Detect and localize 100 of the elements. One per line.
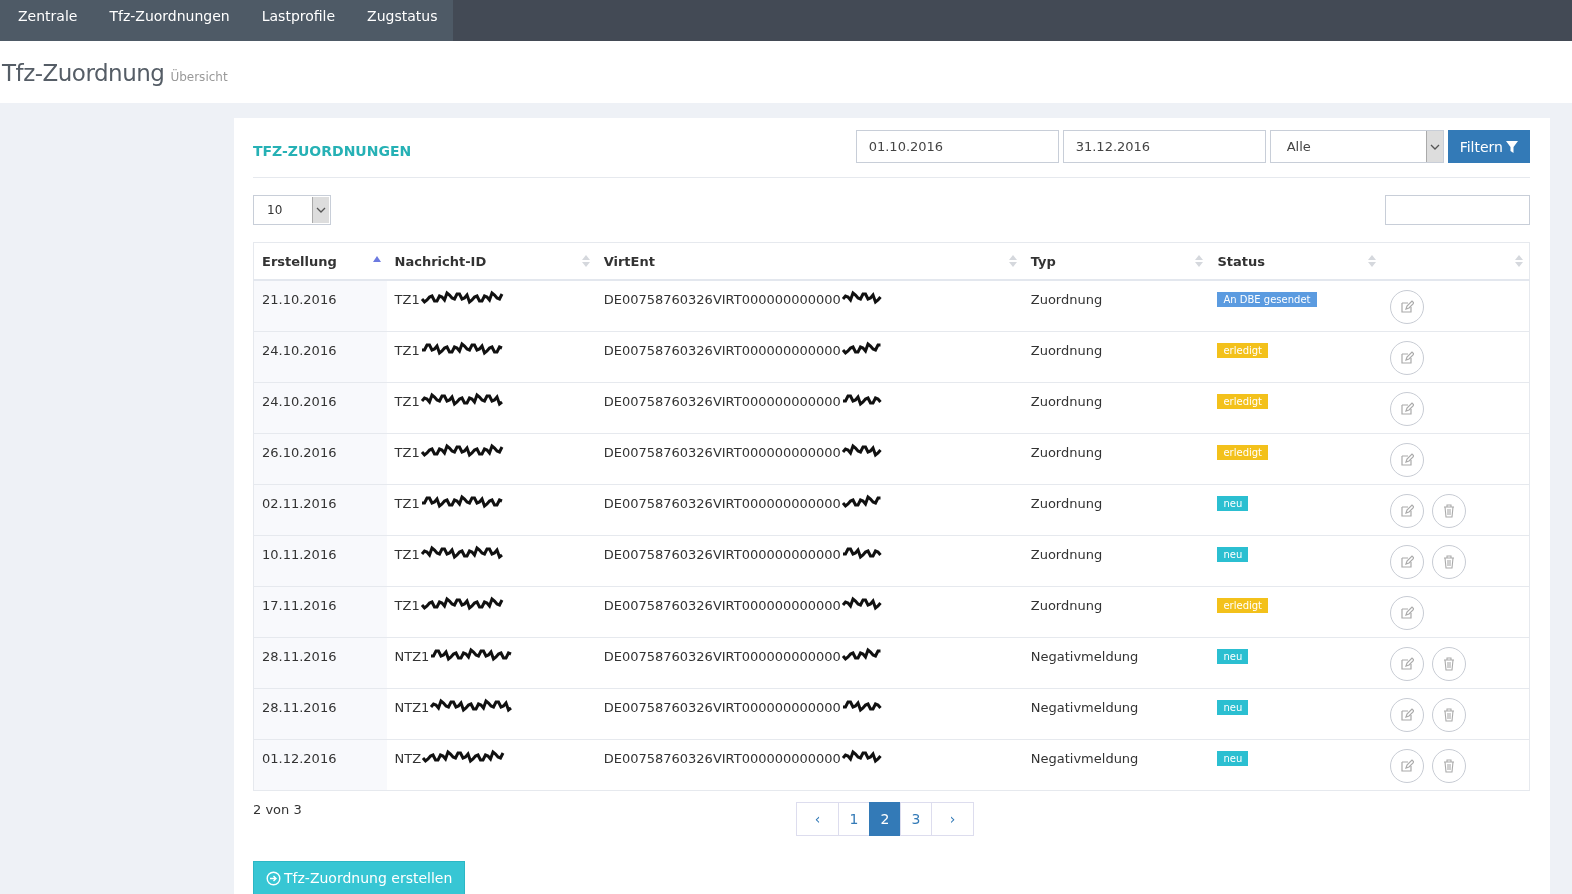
table-cell-text: Zuordnung (1030, 597, 1103, 613)
edit-button[interactable] (1389, 698, 1424, 732)
table-cell-text: TZ1 (394, 342, 420, 358)
table-cell-text: DE00758760326VIRT000000000000 (603, 546, 841, 562)
arrow-circle-icon (266, 870, 281, 886)
table-cell-text: 01.12.2016 (262, 750, 337, 766)
edit-button[interactable] (1389, 392, 1424, 426)
edit-button[interactable] (1389, 647, 1424, 681)
table-cell-text: Negativmeldung (1030, 750, 1139, 766)
table-cell-text: TZ1 (394, 444, 420, 460)
column-header[interactable]: VirtEnt (595, 242, 1023, 280)
pagination-link[interactable]: › (931, 802, 974, 836)
nav-link[interactable]: Lastprofile (245, 0, 352, 41)
edit-icon (1399, 555, 1414, 569)
edit-button[interactable] (1389, 290, 1424, 324)
table-cell-text: DE00758760326VIRT000000000000 (603, 699, 841, 715)
delete-button[interactable] (1431, 698, 1466, 732)
filter-button[interactable]: Filtern (1447, 130, 1530, 163)
table-cell-text: DE00758760326VIRT000000000000 (603, 444, 841, 460)
table-cell-text: Zuordnung (1030, 342, 1103, 358)
pagination-link[interactable]: ‹ (796, 802, 839, 836)
edit-button[interactable] (1389, 341, 1424, 375)
column-header[interactable]: Typ (1022, 242, 1210, 280)
edit-icon (1399, 606, 1414, 620)
delete-button[interactable] (1431, 545, 1466, 579)
nav-link[interactable]: Tfz-Zuordnungen (93, 0, 246, 41)
edit-icon (1399, 453, 1414, 467)
status-badge: neu (1217, 649, 1249, 664)
table-cell-text: DE00758760326VIRT000000000000 (603, 393, 841, 409)
pagination-link[interactable]: 1 (838, 802, 870, 836)
edit-icon (1399, 759, 1414, 773)
table-cell-text: 28.11.2016 (262, 699, 337, 715)
table-cell-text: TZ1 (394, 495, 420, 511)
table-cell-text: DE00758760326VIRT000000000000 (603, 648, 841, 664)
status-badge: erledigt (1217, 394, 1269, 409)
table-cell-text: TZ1 (394, 291, 420, 307)
pagination-link[interactable]: 2 (869, 802, 901, 836)
table-cell-text: NTZ (394, 750, 422, 766)
delete-button[interactable] (1431, 494, 1466, 528)
column-header[interactable]: Nachricht-ID (386, 242, 596, 280)
page-title: Tfz-Zuordnung (2, 59, 165, 88)
table-cell-text: DE00758760326VIRT000000000000 (603, 597, 841, 613)
edit-button[interactable] (1389, 494, 1424, 528)
page-subtitle: Übersicht (170, 70, 228, 84)
table-cell-text: TZ1 (394, 546, 420, 562)
table-cell-text: 24.10.2016 (262, 393, 337, 409)
edit-icon (1399, 708, 1414, 722)
date-to-field[interactable]: 31.12.2016 (1062, 130, 1266, 163)
delete-button[interactable] (1431, 749, 1466, 783)
edit-icon (1399, 402, 1414, 416)
edit-icon (1399, 351, 1414, 365)
edit-icon (1399, 657, 1414, 671)
edit-button[interactable] (1389, 596, 1424, 630)
table-cell-text: Zuordnung (1030, 495, 1103, 511)
table-cell-text: 28.11.2016 (262, 648, 337, 664)
table-cell-text: DE00758760326VIRT000000000000 (603, 750, 841, 766)
edit-icon (1399, 300, 1414, 314)
search-field[interactable] (1385, 195, 1530, 225)
status-badge: neu (1217, 547, 1249, 562)
edit-icon (1399, 504, 1414, 518)
page-size-select[interactable]: 10 (253, 195, 331, 225)
trash-icon (1441, 504, 1456, 518)
page-info: 2 von 3 (253, 802, 303, 819)
nav-link[interactable]: Zentrale (2, 0, 94, 41)
table-cell-text: NTZ1 (394, 699, 430, 715)
trash-icon (1441, 657, 1456, 671)
table-cell-text: Negativmeldung (1030, 648, 1139, 664)
pagination-link[interactable]: 3 (900, 802, 932, 836)
nav-link[interactable]: Zugstatus (351, 0, 454, 41)
table-cell-text: Zuordnung (1030, 546, 1103, 562)
filter-icon (1506, 140, 1518, 153)
table-cell-text: 02.11.2016 (262, 495, 337, 511)
table-cell-text: DE00758760326VIRT000000000000 (603, 342, 841, 358)
table-cell-text: DE00758760326VIRT000000000000 (603, 495, 841, 511)
trash-icon (1441, 555, 1456, 569)
edit-button[interactable] (1389, 443, 1424, 477)
table-cell-text: 26.10.2016 (262, 444, 337, 460)
status-badge: An DBE gesendet (1217, 292, 1317, 307)
table-cell-text: 21.10.2016 (262, 291, 337, 307)
status-badge: neu (1217, 700, 1249, 715)
table-cell-text: 10.11.2016 (262, 546, 337, 562)
edit-button[interactable] (1389, 545, 1424, 579)
table-cell-text: DE00758760326VIRT000000000000 (603, 291, 841, 307)
column-header[interactable]: Status (1209, 242, 1382, 280)
status-badge: erledigt (1217, 598, 1269, 613)
table-cell-text: Negativmeldung (1030, 699, 1139, 715)
trash-icon (1441, 708, 1456, 722)
table-cell-text: Zuordnung (1030, 444, 1103, 460)
date-from-field[interactable]: 01.10.2016 (855, 130, 1059, 163)
table-cell-text: Zuordnung (1030, 393, 1103, 409)
delete-button[interactable] (1431, 647, 1466, 681)
status-badge: neu (1217, 496, 1249, 511)
table-cell-text: 24.10.2016 (262, 342, 337, 358)
table-cell-text: 17.11.2016 (262, 597, 337, 613)
edit-button[interactable] (1389, 749, 1424, 783)
status-badge: neu (1217, 751, 1249, 766)
table-cell-text: Zuordnung (1030, 291, 1103, 307)
status-badge: erledigt (1217, 445, 1269, 460)
type-select[interactable]: Alle (1269, 130, 1444, 163)
trash-icon (1441, 759, 1456, 773)
